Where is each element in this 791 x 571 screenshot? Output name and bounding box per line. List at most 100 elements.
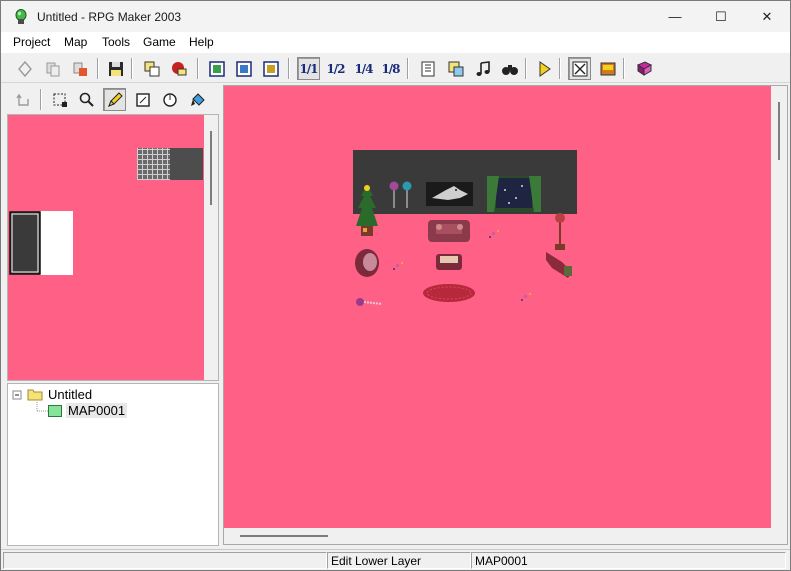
app-window: Untitled - RPG Maker 2003 — ☐ ✕ Project … xyxy=(0,0,791,571)
resource-manager-button[interactable] xyxy=(140,57,163,80)
rpgmaker-app-icon xyxy=(15,9,27,24)
tree-map-item[interactable]: MAP0001 xyxy=(66,403,128,418)
chipset-palette[interactable] xyxy=(7,114,219,381)
binoculars-icon xyxy=(501,64,518,75)
lower-layer-button[interactable] xyxy=(205,57,228,80)
zoom-tool-button[interactable] xyxy=(75,88,98,111)
material-browser-icon xyxy=(448,61,463,76)
music-test-button[interactable] xyxy=(471,57,494,80)
fullscreen-button[interactable] xyxy=(568,57,591,80)
pencil-tool-button[interactable] xyxy=(103,88,126,111)
zoom-1-8-button[interactable]: 1/8 xyxy=(379,57,402,80)
open-project-icon xyxy=(46,62,59,76)
chipset-tiles xyxy=(9,148,203,275)
search-event-button[interactable] xyxy=(498,57,521,80)
script-editor-icon xyxy=(171,61,186,75)
map-canvas[interactable] xyxy=(224,86,772,529)
map-scene xyxy=(353,150,577,306)
close-button[interactable]: ✕ xyxy=(744,1,790,32)
new-project-button[interactable] xyxy=(13,57,36,80)
rectangle-icon xyxy=(135,92,150,107)
status-current-map: MAP0001 xyxy=(471,552,786,569)
toolbar-separator xyxy=(559,58,561,79)
balloon-purple xyxy=(389,181,399,191)
folder-icon xyxy=(27,389,43,401)
palette-scrollbar[interactable] xyxy=(204,115,218,380)
map-vertical-scrollbar[interactable] xyxy=(771,86,787,529)
upper-layer-icon xyxy=(235,60,252,77)
toolbar-separator xyxy=(623,58,625,79)
database-button[interactable] xyxy=(416,57,439,80)
title-screen-icon xyxy=(600,62,615,75)
status-message xyxy=(3,552,327,569)
minimize-icon: — xyxy=(668,9,682,24)
menu-help[interactable]: Help xyxy=(189,35,214,49)
event-layer-icon xyxy=(262,60,279,77)
main-toolbar: 1/1 1/2 1/4 1/8 xyxy=(1,54,790,83)
lollipop xyxy=(356,298,364,306)
zoom-1-4-label: 1/4 xyxy=(354,61,373,76)
window-title: Untitled - RPG Maker 2003 xyxy=(37,10,182,24)
status-bar: Edit Lower Layer MAP0001 xyxy=(1,549,790,570)
menu-bar: Project Map Tools Game Help xyxy=(1,32,790,53)
open-project-button[interactable] xyxy=(41,57,64,80)
balloon-teal xyxy=(402,181,412,191)
help-contents-button[interactable] xyxy=(632,57,655,80)
title-screen-button[interactable] xyxy=(596,57,619,80)
undo-button[interactable] xyxy=(11,88,34,111)
minimize-button[interactable]: — xyxy=(652,1,698,32)
resource-manager-icon xyxy=(144,61,159,76)
fullscreen-icon xyxy=(572,61,587,76)
play-icon xyxy=(539,60,551,77)
zoom-1-1-button[interactable]: 1/1 xyxy=(297,57,320,80)
zoom-1-1-label: 1/1 xyxy=(299,61,318,76)
menu-tools[interactable]: Tools xyxy=(102,35,130,49)
selection-icon xyxy=(53,93,67,107)
map-vertical-scroll-thumb[interactable] xyxy=(778,102,780,160)
zoom-1-4-button[interactable]: 1/4 xyxy=(352,57,375,80)
title-bar[interactable]: Untitled - RPG Maker 2003 — ☐ ✕ xyxy=(1,1,790,32)
round-rug xyxy=(423,284,475,302)
toolbar-separator xyxy=(288,58,290,79)
menu-project[interactable]: Project xyxy=(13,35,50,49)
map-tree[interactable]: Untitled MAP0001 xyxy=(7,383,219,546)
zoom-1-2-button[interactable]: 1/2 xyxy=(324,57,347,80)
zoom-1-2-label: 1/2 xyxy=(326,61,345,76)
paint-bucket-icon xyxy=(190,92,205,106)
new-project-icon xyxy=(17,60,32,77)
map-icon xyxy=(48,405,62,417)
material-browser-button[interactable] xyxy=(444,57,467,80)
save-button[interactable] xyxy=(104,57,127,80)
toolbar-separator xyxy=(525,58,527,79)
toolbar-separator xyxy=(97,58,99,79)
menu-game[interactable]: Game xyxy=(143,35,176,49)
fill-tool-button[interactable] xyxy=(186,88,209,111)
status-edit-mode: Edit Lower Layer xyxy=(327,552,471,569)
close-project-button[interactable] xyxy=(68,57,91,80)
help-book-icon xyxy=(636,60,652,76)
tree-star xyxy=(364,185,370,191)
upper-layer-button[interactable] xyxy=(232,57,255,80)
rectangle-tool-button[interactable] xyxy=(131,88,154,111)
toolbar-separator xyxy=(40,89,42,110)
select-tool-button[interactable] xyxy=(48,88,71,111)
toolbar-separator xyxy=(407,58,409,79)
menu-map[interactable]: Map xyxy=(64,35,87,49)
maximize-button[interactable]: ☐ xyxy=(698,1,744,32)
tree-root-project[interactable]: Untitled xyxy=(48,387,92,402)
toolbar-separator xyxy=(197,58,199,79)
pencil-icon xyxy=(107,91,123,107)
palette-scroll-thumb[interactable] xyxy=(210,131,212,205)
playtest-button[interactable] xyxy=(532,57,555,80)
magnifier-icon xyxy=(79,92,94,107)
circle-tool-button[interactable] xyxy=(158,88,181,111)
lower-layer-icon xyxy=(208,60,225,77)
music-note-icon xyxy=(476,60,490,76)
script-editor-button[interactable] xyxy=(167,57,190,80)
night-window xyxy=(496,178,532,208)
zoom-1-8-label: 1/8 xyxy=(381,61,400,76)
floppy-disk-icon xyxy=(108,61,123,76)
map-horizontal-scrollbar[interactable] xyxy=(224,528,772,544)
event-layer-button[interactable] xyxy=(259,57,282,80)
map-horizontal-scroll-thumb[interactable] xyxy=(240,535,328,537)
